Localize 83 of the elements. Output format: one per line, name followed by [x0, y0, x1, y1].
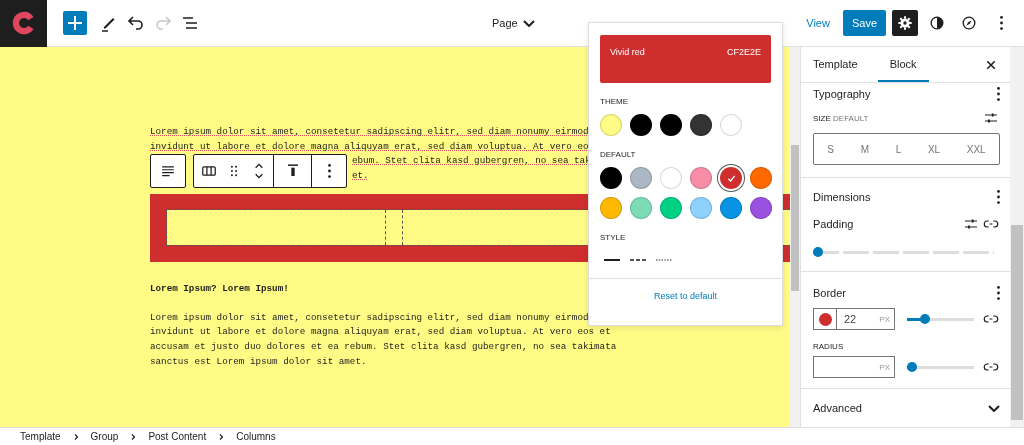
panel-title: Dimensions: [813, 191, 871, 203]
color-swatch[interactable]: [720, 114, 742, 136]
color-swatch[interactable]: [720, 167, 742, 189]
more-icon: [327, 164, 331, 178]
padding-label: Padding: [813, 218, 854, 230]
slider-thumb[interactable]: [813, 247, 823, 257]
text-line: invidunt ut labore et dolore magna aliquyam erat, sed diam voluptua. At vero eos et: [150, 325, 611, 340]
options-button[interactable]: [997, 87, 1000, 101]
color-swatch[interactable]: [600, 167, 622, 189]
size-option[interactable]: M: [856, 140, 873, 158]
breadcrumb-link[interactable]: Template: [20, 431, 61, 442]
options-button[interactable]: [997, 286, 1000, 300]
page-dropdown[interactable]: Page: [492, 17, 535, 29]
border-width-field[interactable]: 22 PX: [813, 308, 895, 330]
add-button[interactable]: [63, 11, 87, 35]
text-line: invidunt ut labore et dolore magna aliquyam erat, sed diam voluptua. At vero eo: [150, 139, 589, 154]
solid-line-icon: [604, 258, 620, 262]
scrollbar[interactable]: [790, 47, 800, 427]
text-line: sanctus est Lorem ipsum dolor sit amet.: [150, 354, 367, 369]
text-line: Lorem ipsum dolor sit amet, consetetur sadipscing elitr, sed diam nonumy eirmod: [150, 310, 589, 325]
view-link[interactable]: View: [806, 17, 830, 29]
color-name: Vivid red: [610, 47, 645, 59]
radius-label: RADIUS: [813, 342, 845, 351]
color-swatch[interactable]: [750, 197, 772, 219]
radius-field[interactable]: PX: [813, 356, 895, 378]
size-option[interactable]: L: [891, 140, 906, 158]
color-swatch[interactable]: [690, 114, 712, 136]
color-hex: CF2E2E: [727, 47, 761, 59]
breadcrumb-link[interactable]: Group: [90, 431, 119, 442]
text-line: Lorem ipsum dolor sit amet, consetetur sadipscing elitr, sed diam nonumy eirmod: [150, 125, 589, 139]
field-value: 22: [843, 313, 858, 325]
more-icon: [999, 16, 1003, 30]
scrollbar-thumb[interactable]: [791, 145, 799, 291]
dotted-line-icon: [656, 258, 672, 262]
text-line: et.: [352, 169, 369, 184]
settings-button[interactable]: [892, 10, 918, 36]
size-option[interactable]: XXL: [962, 140, 990, 158]
panel-title: Border: [813, 287, 847, 299]
chevron-down-icon: [522, 19, 535, 27]
tab[interactable]: Template: [813, 47, 868, 82]
color-swatch[interactable]: [630, 167, 652, 189]
color-swatch[interactable]: [660, 197, 682, 219]
unit-label: PX: [879, 314, 891, 324]
more-icon: [997, 286, 1000, 300]
color-swatch[interactable]: [630, 197, 652, 219]
size-label: SIZE DEFAULT: [813, 113, 869, 123]
text-line: accusam et justo duo dolores et ea rebum. Stet clita kasd gubergren, no sea takimata: [150, 340, 617, 355]
breadcrumb-link[interactable]: Post Content: [148, 431, 207, 442]
options-button[interactable]: [997, 190, 1000, 204]
panel-title: Typography: [813, 88, 871, 100]
settings-icon: [895, 13, 915, 33]
section-label: STYLE: [600, 233, 627, 242]
color-swatch[interactable]: [750, 167, 772, 189]
color-swatch[interactable]: [660, 114, 682, 136]
size-option[interactable]: XL: [923, 140, 945, 158]
heading: Lorem Ipsum? Lorem Ipsum!: [150, 281, 289, 296]
more-icon: [997, 190, 1000, 204]
slider-thumb[interactable]: [919, 314, 930, 324]
slider-thumb[interactable]: [907, 362, 917, 372]
color-swatch[interactable]: [690, 197, 712, 219]
reset-link[interactable]: Reset to default: [653, 291, 717, 301]
save-button[interactable]: Save: [842, 10, 886, 36]
breadcrumb-link[interactable]: Columns: [236, 431, 276, 442]
color-swatch[interactable]: [660, 167, 682, 189]
chevron-down-icon: [988, 404, 1000, 412]
size-picker[interactable]: S M L XL XXL: [813, 133, 1000, 165]
section-label: THEME: [600, 97, 629, 106]
dashed-line-icon: [630, 258, 646, 262]
color-swatch[interactable]: [720, 197, 742, 219]
size-option[interactable]: S: [823, 140, 838, 158]
color-swatch[interactable]: [630, 114, 652, 136]
color-swatch[interactable]: [600, 197, 622, 219]
tab[interactable]: Block: [877, 47, 929, 82]
scrollbar[interactable]: [1010, 47, 1024, 427]
more-icon: [997, 87, 1000, 101]
section-label: DEFAULT: [600, 150, 637, 159]
unit-label: PX: [879, 362, 891, 372]
color-swatch[interactable]: [690, 167, 712, 189]
column-block[interactable]: [385, 209, 403, 245]
scrollbar-thumb[interactable]: [1011, 225, 1023, 420]
color-swatch[interactable]: [600, 114, 622, 136]
logo[interactable]: [0, 0, 47, 47]
advanced-panel-toggle[interactable]: Advanced: [801, 389, 1010, 427]
